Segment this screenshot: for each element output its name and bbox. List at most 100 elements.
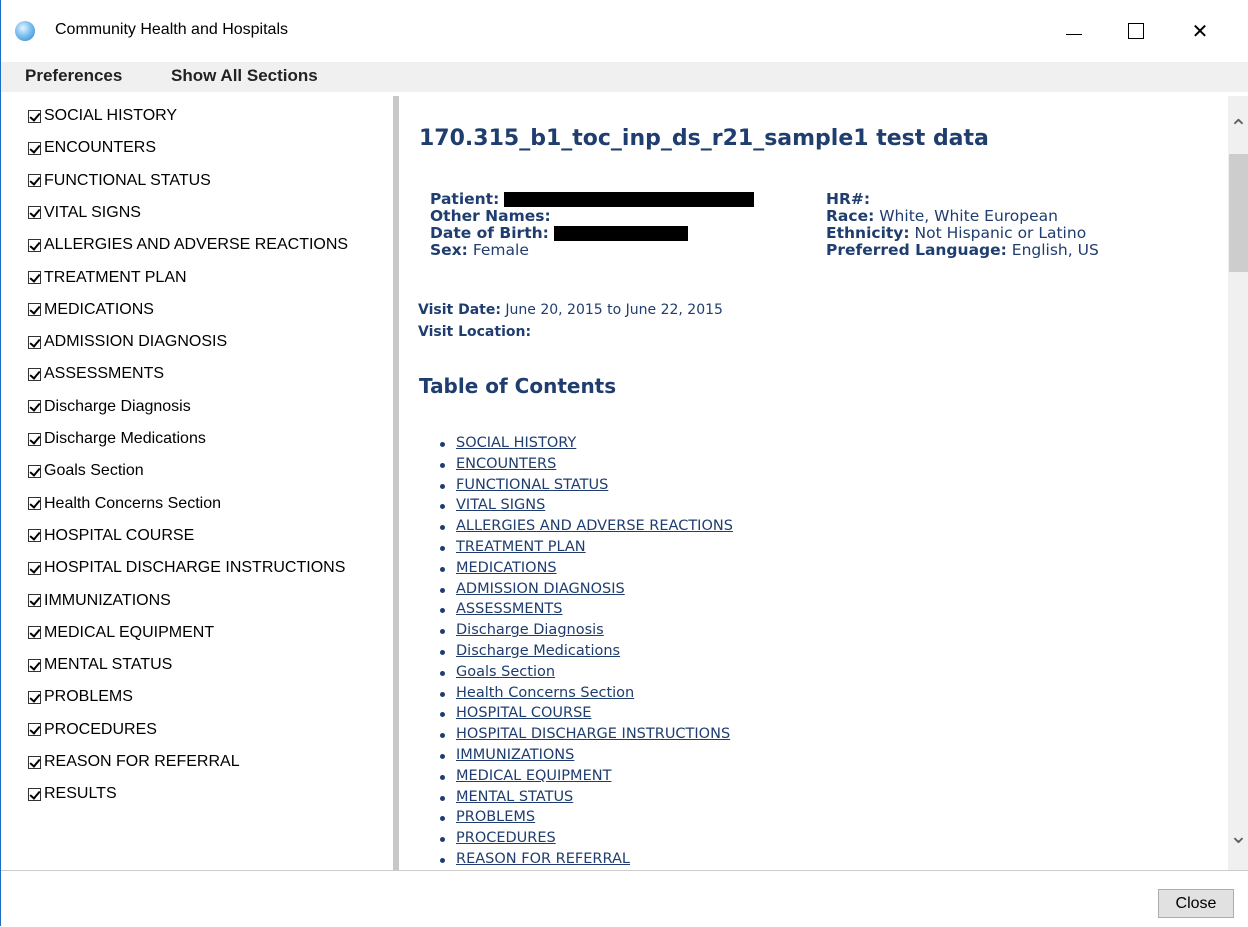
section-checkbox-row[interactable]: HOSPITAL COURSE bbox=[28, 524, 194, 548]
section-label: ENCOUNTERS bbox=[44, 139, 157, 157]
checkbox-checked-icon[interactable] bbox=[28, 206, 41, 220]
toc-link[interactable]: HOSPITAL DISCHARGE INSTRUCTIONS bbox=[456, 726, 730, 742]
toc-link[interactable]: Goals Section bbox=[456, 664, 555, 680]
checkbox-checked-icon[interactable] bbox=[28, 497, 41, 511]
section-label: ALLERGIES AND ADVERSE REACTIONS bbox=[44, 236, 349, 254]
section-checkbox-row[interactable]: Health Concerns Section bbox=[28, 492, 221, 516]
toc-link[interactable]: ADMISSION DIAGNOSIS bbox=[456, 581, 625, 597]
toc-link[interactable]: MEDICAL EQUIPMENT bbox=[456, 768, 611, 784]
scroll-up-icon[interactable]: ⌃ bbox=[1228, 116, 1248, 140]
section-checkbox-row[interactable]: REASON FOR REFERRAL bbox=[28, 750, 240, 774]
toc-link[interactable]: SOCIAL HISTORY bbox=[456, 435, 576, 451]
section-label: MENTAL STATUS bbox=[44, 656, 173, 674]
toc-link[interactable]: FUNCTIONAL STATUS bbox=[456, 477, 608, 493]
checkbox-checked-icon[interactable] bbox=[28, 723, 41, 737]
section-checkbox-row[interactable]: PROBLEMS bbox=[28, 685, 133, 709]
section-checkbox-row[interactable]: Goals Section bbox=[28, 459, 144, 483]
vertical-scrollbar[interactable]: ⌃ ⌄ bbox=[1228, 96, 1248, 870]
toc-link[interactable]: TREATMENT PLAN bbox=[456, 539, 586, 555]
close-icon: ✕ bbox=[1191, 20, 1209, 43]
section-checkbox-row[interactable]: ADMISSION DIAGNOSIS bbox=[28, 330, 227, 354]
minimize-button[interactable] bbox=[1045, 0, 1103, 62]
checkbox-checked-icon[interactable] bbox=[28, 432, 41, 446]
toc-item: SOCIAL HISTORY bbox=[440, 435, 733, 456]
toc-item: ADMISSION DIAGNOSIS bbox=[440, 581, 733, 602]
toc-link[interactable]: IMMUNIZATIONS bbox=[456, 747, 574, 763]
toc-link[interactable]: VITAL SIGNS bbox=[456, 497, 545, 513]
maximize-button[interactable] bbox=[1107, 0, 1165, 62]
toc-link[interactable]: HOSPITAL COURSE bbox=[456, 705, 591, 721]
menu-preferences[interactable]: Preferences bbox=[25, 66, 122, 86]
toc-link[interactable]: REASON FOR REFERRAL bbox=[456, 851, 630, 867]
toc-link[interactable]: Discharge Medications bbox=[456, 643, 620, 659]
toc-item: FUNCTIONAL STATUS bbox=[440, 477, 733, 498]
toc-link[interactable]: ALLERGIES AND ADVERSE REACTIONS bbox=[456, 518, 733, 534]
toc-item: PROCEDURES bbox=[440, 830, 733, 851]
race-label: Race: bbox=[826, 207, 875, 225]
other-names-line: Other Names: bbox=[430, 208, 551, 225]
toc-link[interactable]: PROBLEMS bbox=[456, 809, 535, 825]
section-checkbox-row[interactable]: MEDICAL EQUIPMENT bbox=[28, 621, 214, 645]
toc-item: REASON FOR REFERRAL bbox=[440, 851, 733, 870]
section-label: PROCEDURES bbox=[44, 720, 157, 738]
checkbox-checked-icon[interactable] bbox=[28, 174, 41, 188]
checkbox-checked-icon[interactable] bbox=[28, 109, 41, 123]
checkbox-checked-icon[interactable] bbox=[28, 141, 41, 155]
toc-link[interactable]: Discharge Diagnosis bbox=[456, 622, 604, 638]
checkbox-checked-icon[interactable] bbox=[28, 464, 41, 478]
section-checkbox-row[interactable]: PROCEDURES bbox=[28, 718, 157, 742]
section-checkbox-row[interactable]: TREATMENT PLAN bbox=[28, 266, 187, 290]
checkbox-checked-icon[interactable] bbox=[28, 271, 41, 284]
scroll-thumb[interactable] bbox=[1229, 154, 1248, 272]
section-checkbox-row[interactable]: VITAL SIGNS bbox=[28, 201, 141, 225]
scroll-down-icon[interactable]: ⌄ bbox=[1228, 824, 1248, 848]
section-checkbox-row[interactable]: ENCOUNTERS bbox=[28, 136, 156, 160]
checkbox-checked-icon[interactable] bbox=[28, 561, 41, 575]
checkbox-checked-icon[interactable] bbox=[28, 238, 41, 252]
menu-show-all-sections[interactable]: Show All Sections bbox=[171, 66, 318, 86]
toc-link[interactable]: ENCOUNTERS bbox=[456, 456, 556, 472]
section-checkbox-row[interactable]: SOCIAL HISTORY bbox=[28, 104, 177, 128]
section-checkbox-row[interactable]: HOSPITAL DISCHARGE INSTRUCTIONS bbox=[28, 556, 345, 580]
pane-splitter[interactable] bbox=[393, 96, 399, 870]
redaction-bar bbox=[553, 226, 688, 241]
section-checkbox-row[interactable]: ASSESSMENTS bbox=[28, 362, 164, 386]
minimize-icon bbox=[1066, 33, 1082, 35]
checkbox-checked-icon[interactable] bbox=[28, 529, 41, 543]
toc-link[interactable]: MENTAL STATUS bbox=[456, 789, 573, 805]
toc-heading: Table of Contents bbox=[419, 374, 617, 398]
section-label: ADMISSION DIAGNOSIS bbox=[44, 333, 228, 351]
close-button[interactable]: Close bbox=[1158, 889, 1234, 918]
section-checkbox-row[interactable]: Discharge Diagnosis bbox=[28, 395, 191, 419]
document-view: 170.315_b1_toc_inp_ds_r21_sample1 test d… bbox=[400, 96, 1228, 870]
section-checkbox-row[interactable]: MENTAL STATUS bbox=[28, 653, 172, 677]
checkbox-checked-icon[interactable] bbox=[28, 626, 41, 640]
close-window-button[interactable]: ✕ bbox=[1171, 0, 1229, 62]
checkbox-checked-icon[interactable] bbox=[28, 690, 41, 704]
toc-link[interactable]: ASSESSMENTS bbox=[456, 601, 562, 617]
checkbox-checked-icon[interactable] bbox=[28, 755, 41, 769]
section-checkbox-row[interactable]: IMMUNIZATIONS bbox=[28, 589, 171, 613]
checkbox-checked-icon[interactable] bbox=[28, 400, 41, 414]
section-checkbox-row[interactable]: MEDICATIONS bbox=[28, 298, 154, 322]
section-checkbox-row[interactable]: Discharge Medications bbox=[28, 427, 206, 451]
section-label: FUNCTIONAL STATUS bbox=[44, 171, 211, 189]
checkbox-checked-icon[interactable] bbox=[28, 658, 41, 672]
checkbox-checked-icon[interactable] bbox=[28, 367, 41, 381]
checkbox-checked-icon[interactable] bbox=[28, 303, 41, 317]
checkbox-checked-icon[interactable] bbox=[28, 787, 41, 801]
section-checkbox-row[interactable]: ALLERGIES AND ADVERSE REACTIONS bbox=[28, 233, 348, 257]
toc-link[interactable]: PROCEDURES bbox=[456, 830, 556, 846]
language-line: Preferred Language: English, US bbox=[826, 242, 1099, 259]
toc-item: Goals Section bbox=[440, 664, 733, 685]
toc-link[interactable]: MEDICATIONS bbox=[456, 560, 557, 576]
toc-link[interactable]: Health Concerns Section bbox=[456, 685, 634, 701]
section-checkbox-row[interactable]: FUNCTIONAL STATUS bbox=[28, 169, 211, 193]
checkbox-checked-icon[interactable] bbox=[28, 335, 41, 349]
title-bar[interactable]: Community Health and Hospitals ✕ bbox=[1, 0, 1248, 62]
checkbox-checked-icon[interactable] bbox=[28, 594, 41, 607]
section-label: ASSESSMENTS bbox=[44, 365, 165, 383]
section-label: Discharge Diagnosis bbox=[44, 397, 191, 415]
ethnicity-value: Not Hispanic or Latino bbox=[914, 224, 1087, 242]
section-checkbox-row[interactable]: RESULTS bbox=[28, 782, 117, 806]
